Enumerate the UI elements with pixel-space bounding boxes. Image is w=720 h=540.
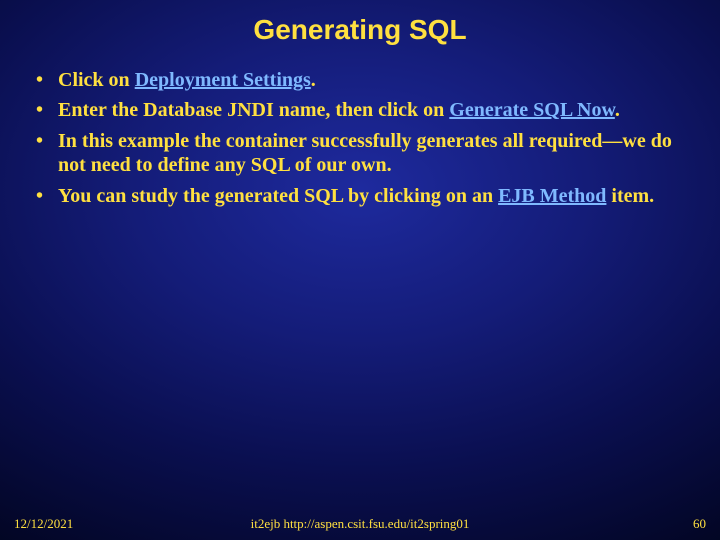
bullet-list: Click on Deployment Settings. Enter the …: [30, 68, 690, 208]
bullet-text: Enter the Database JNDI name, then click…: [58, 99, 449, 121]
slide-title: Generating SQL: [0, 0, 720, 46]
bullet-text: You can study the generated SQL by click…: [58, 185, 498, 207]
bullet-item: Click on Deployment Settings.: [30, 68, 690, 92]
link-deployment-settings[interactable]: Deployment Settings: [135, 69, 311, 91]
bullet-item: You can study the generated SQL by click…: [30, 184, 690, 208]
bullet-text: .: [311, 69, 316, 91]
footer: 12/12/2021 it2ejb http://aspen.csit.fsu.…: [0, 516, 720, 532]
bullet-text: item.: [606, 185, 654, 207]
bullet-item: In this example the container successful…: [30, 129, 690, 178]
bullet-text: .: [615, 99, 620, 121]
footer-source: it2ejb http://aspen.csit.fsu.edu/it2spri…: [251, 516, 470, 532]
link-ejb-method[interactable]: EJB Method: [498, 185, 606, 207]
footer-date: 12/12/2021: [14, 516, 73, 532]
slide: Generating SQL Click on Deployment Setti…: [0, 0, 720, 540]
slide-body: Click on Deployment Settings. Enter the …: [0, 46, 720, 208]
link-generate-sql-now[interactable]: Generate SQL Now: [449, 99, 615, 121]
bullet-text: Click on: [58, 69, 135, 91]
bullet-item: Enter the Database JNDI name, then click…: [30, 98, 690, 122]
footer-page-number: 60: [693, 516, 706, 532]
bullet-text: In this example the container successful…: [58, 130, 672, 176]
